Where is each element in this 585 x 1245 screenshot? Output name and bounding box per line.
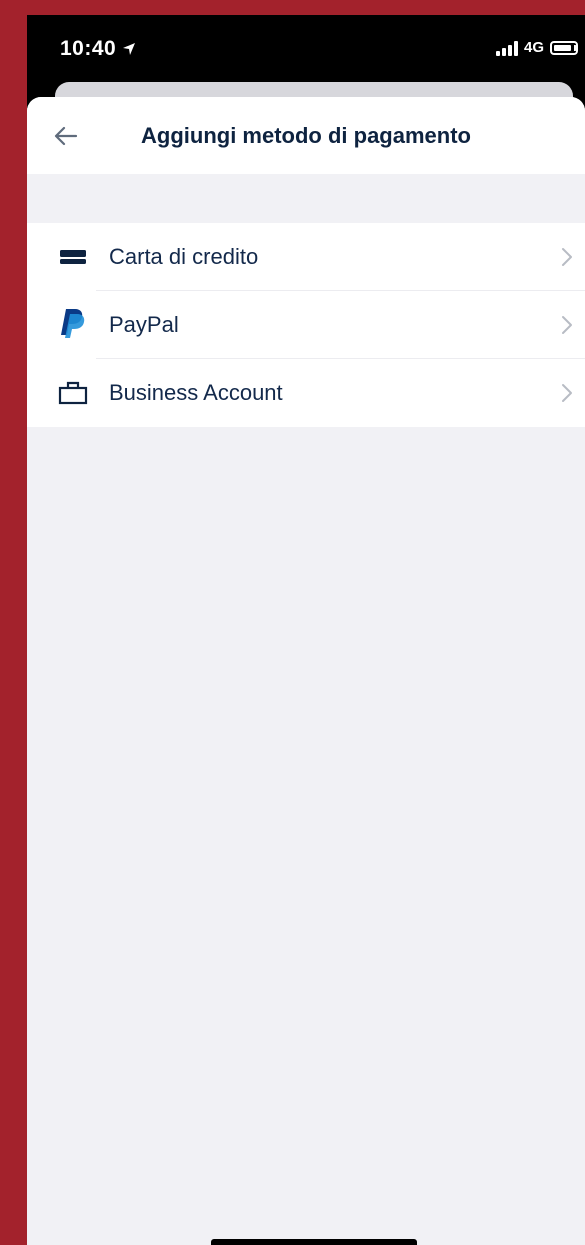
status-bar: 10:40 4G [27,15,585,85]
list-item-label: Business Account [109,380,283,405]
payment-method-list: Carta di credito PayPal Business Account [27,223,585,427]
location-arrow-icon [123,43,136,55]
status-right: 4G [495,39,578,56]
home-indicator [211,1239,417,1245]
chevron-right-icon [562,316,572,334]
list-item-label: Carta di credito [109,244,259,269]
signal-strength-icon [495,40,518,56]
list-item-label: PayPal [109,312,179,337]
clock-text: 10:40 [60,37,117,60]
battery-icon [550,40,578,55]
paypal-logo-icon [57,309,89,338]
phone-screen: 10:40 4G Aggiungi metodo di pagamento Ca… [27,15,585,1245]
chevron-right-icon [562,248,572,266]
payment-method-credit-card[interactable]: Carta di credito [27,223,585,291]
page-title: Aggiungi metodo di pagamento [141,123,471,148]
chevron-right-icon [562,384,572,402]
credit-card-icon [57,245,89,269]
payment-method-business-account[interactable]: Business Account [27,359,585,427]
payment-method-paypal[interactable]: PayPal [27,291,585,359]
status-time: 10:40 [60,37,136,61]
network-type: 4G [523,39,544,56]
briefcase-icon [57,381,89,405]
modal-sheet: Aggiungi metodo di pagamento Carta di cr… [27,97,585,1245]
nav-header: Aggiungi metodo di pagamento [27,97,585,174]
